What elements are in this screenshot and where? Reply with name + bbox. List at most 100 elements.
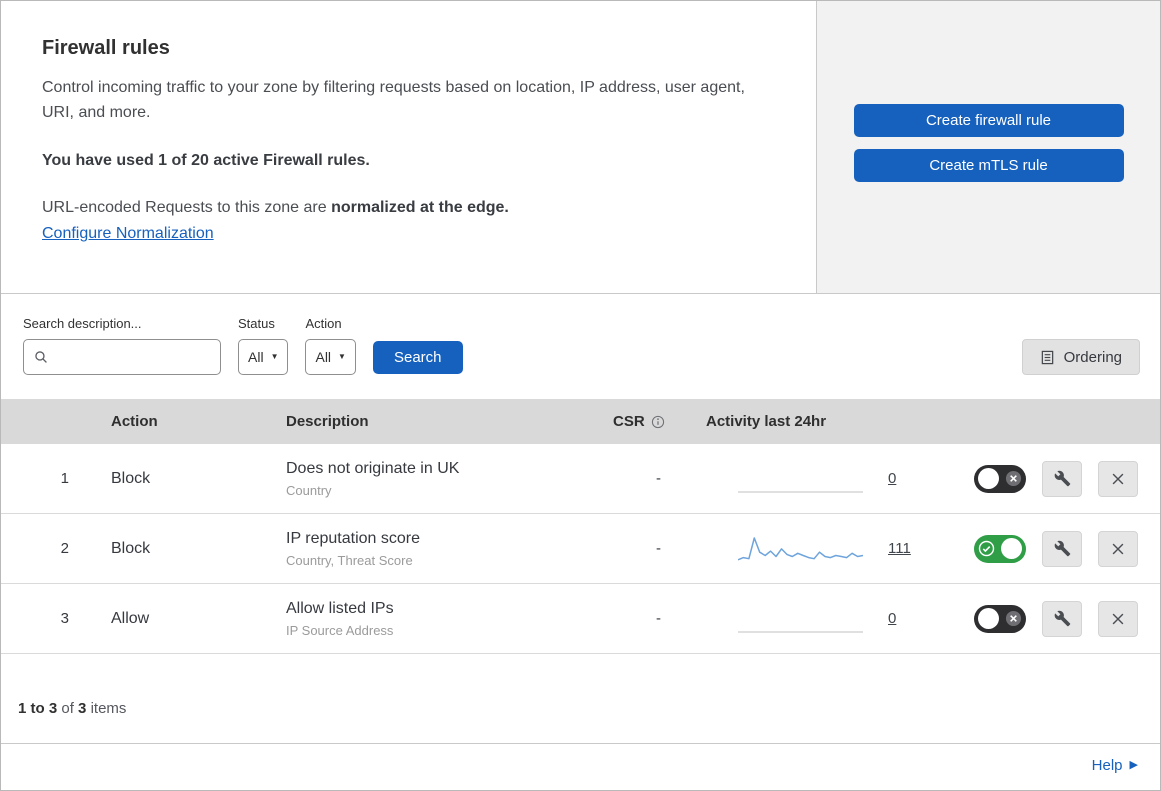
rule-controls [951, 530, 1160, 567]
delete-rule-button[interactable] [1098, 530, 1138, 567]
info-icon[interactable] [651, 415, 665, 429]
create-mtls-rule-button[interactable]: Create mTLS rule [853, 149, 1124, 182]
create-firewall-rule-button[interactable]: Create firewall rule [853, 104, 1124, 137]
activity-sparkline [738, 602, 863, 636]
status-select[interactable]: All ▼ [238, 339, 289, 375]
rule-description-cell: IP reputation score Country, Threat Scor… [271, 530, 601, 568]
table-row: 2 Block IP reputation score Country, Thr… [1, 514, 1160, 584]
rule-description-cell: Does not originate in UK Country [271, 460, 601, 498]
activity-sparkline [738, 532, 863, 566]
x-circle-icon [1005, 470, 1022, 487]
edit-rule-button[interactable] [1042, 530, 1082, 567]
arrow-right-icon: ▶ [1129, 759, 1138, 771]
rule-description: IP reputation score [286, 529, 421, 547]
page-title: Firewall rules [42, 37, 170, 59]
delete-rule-button[interactable] [1098, 460, 1138, 497]
table-row: 1 Block Does not originate in UK Country… [1, 444, 1160, 514]
activity-count-link[interactable]: 111 [888, 540, 911, 557]
status-filter-group: Status All ▼ [238, 316, 289, 375]
rule-action: Block [111, 539, 151, 557]
toggle-knob [1001, 538, 1022, 559]
items-label: items [90, 700, 127, 717]
items-total: 3 [78, 700, 87, 717]
rule-controls [951, 460, 1160, 497]
normalization-text: URL-encoded Requests to this zone are [42, 198, 332, 216]
firewall-rules-page: Firewall rules Control incoming traffic … [0, 0, 1161, 791]
items-count: 1 to 3 of 3 items [1, 654, 1160, 737]
rule-csr-value: - [656, 470, 661, 487]
rule-enabled-toggle[interactable] [974, 464, 1026, 493]
action-filter-label: Action [305, 316, 342, 331]
search-icon [34, 350, 48, 364]
header-section: Firewall rules Control incoming traffic … [1, 1, 1160, 294]
normalization-bold-text: normalized at the edge. [331, 198, 509, 216]
rule-controls [951, 600, 1160, 637]
intro-panel: Firewall rules Control incoming traffic … [1, 1, 816, 293]
rule-description: Does not originate in UK [286, 459, 460, 477]
rule-criteria: Country, Threat Score [286, 552, 413, 568]
edit-rule-button[interactable] [1042, 460, 1082, 497]
close-icon [1110, 471, 1126, 487]
items-of-label: of [61, 700, 74, 717]
rule-description-cell: Allow listed IPs IP Source Address [271, 600, 601, 638]
search-group: Search description... [23, 316, 221, 375]
rule-activity-cell: 0 [696, 462, 951, 496]
action-select-value: All [315, 349, 332, 365]
table-header-row: Action Description CSR Activity last 24h… [1, 399, 1160, 444]
x-circle-icon [1005, 610, 1022, 627]
check-circle-icon [978, 540, 995, 557]
action-column-header: Action [111, 413, 158, 430]
ordering-button[interactable]: Ordering [1021, 339, 1140, 375]
rule-enabled-toggle[interactable] [974, 534, 1026, 563]
csr-column-header: CSR [601, 413, 696, 430]
wrench-icon [1054, 470, 1071, 487]
rule-priority: 3 [60, 610, 69, 627]
configure-normalization-link[interactable]: Configure Normalization [42, 225, 214, 242]
table-row: 3 Allow Allow listed IPs IP Source Addre… [1, 584, 1160, 654]
rule-priority: 2 [60, 540, 69, 557]
usage-summary: You have used 1 of 20 active Firewall ru… [42, 151, 370, 169]
rule-criteria: Country [286, 482, 332, 498]
rule-csr-value: - [656, 610, 661, 627]
toggle-knob [978, 468, 999, 489]
ordering-button-label: Ordering [1063, 348, 1122, 366]
chevron-down-icon: ▼ [270, 352, 279, 361]
close-icon [1110, 611, 1126, 627]
normalization-note: URL-encoded Requests to this zone are no… [42, 199, 776, 217]
rule-criteria: IP Source Address [286, 622, 394, 638]
rule-description: Allow listed IPs [286, 599, 394, 617]
rule-activity-cell: 0 [696, 602, 951, 636]
search-box [23, 339, 221, 375]
items-range: 1 to 3 [18, 700, 58, 717]
activity-column-header: Activity last 24hr [706, 413, 827, 430]
activity-count-link[interactable]: 0 [888, 610, 896, 627]
rule-priority: 1 [60, 470, 69, 487]
search-button[interactable]: Search [372, 341, 463, 374]
search-input[interactable] [55, 349, 210, 365]
action-filter-group: Action All ▼ [305, 316, 356, 375]
edit-rule-button[interactable] [1042, 600, 1082, 637]
status-filter-label: Status [238, 316, 275, 331]
activity-sparkline [738, 462, 863, 496]
status-select-value: All [248, 349, 264, 365]
page-description: Control incoming traffic to your zone by… [42, 79, 745, 121]
csr-header-label: CSR [613, 413, 645, 430]
rule-activity-cell: 111 [696, 532, 951, 566]
close-icon [1110, 541, 1126, 557]
delete-rule-button[interactable] [1098, 600, 1138, 637]
ordering-list-icon [1040, 350, 1055, 365]
description-column-header: Description [286, 413, 369, 430]
help-link[interactable]: Help ▶ [1092, 757, 1138, 774]
rule-action: Allow [111, 609, 150, 627]
filter-bar: Search description... Status All ▼ Actio… [1, 294, 1160, 399]
activity-count-link[interactable]: 0 [888, 470, 896, 487]
action-select[interactable]: All ▼ [305, 339, 356, 375]
wrench-icon [1054, 610, 1071, 627]
rule-csr-value: - [656, 540, 661, 557]
rule-enabled-toggle[interactable] [974, 604, 1026, 633]
wrench-icon [1054, 540, 1071, 557]
chevron-down-icon: ▼ [338, 352, 346, 361]
actions-panel: Create firewall rule Create mTLS rule [816, 1, 1160, 293]
rule-action: Block [111, 469, 151, 487]
toggle-knob [978, 608, 999, 629]
